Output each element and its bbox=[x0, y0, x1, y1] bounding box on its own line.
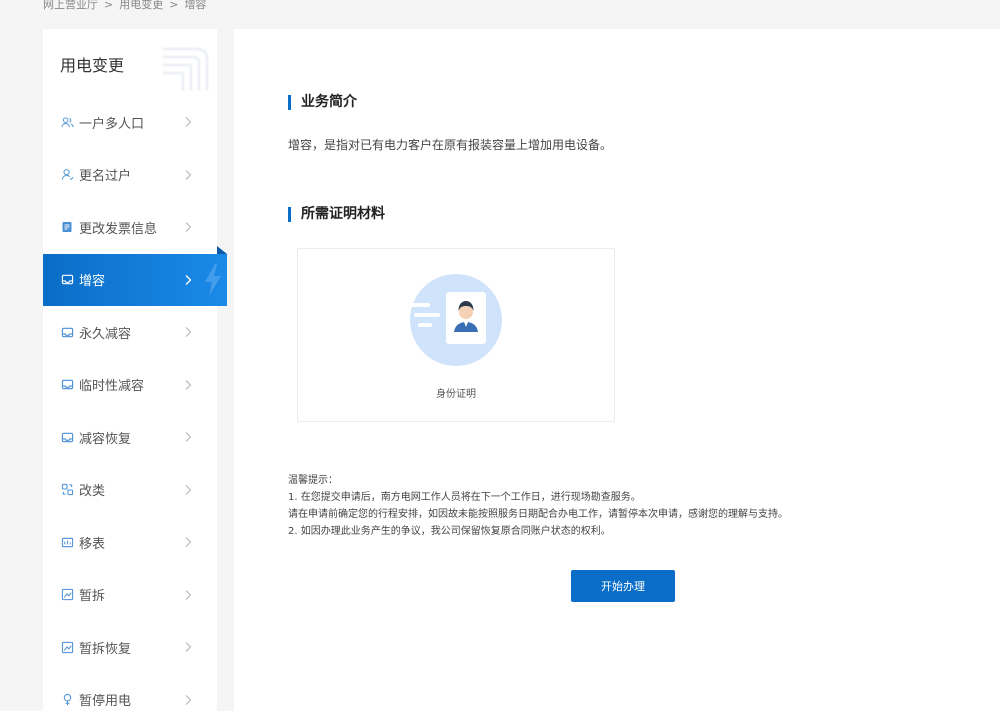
sidebar-item-temp-remove[interactable]: 暂拆 bbox=[43, 569, 217, 622]
sidebar-item-label: 暂拆恢复 bbox=[79, 641, 132, 657]
chevron-right-icon bbox=[185, 537, 192, 548]
sidebar-item-label: 一户多人口 bbox=[79, 116, 145, 132]
sidebar-item-label: 暂停用电 bbox=[79, 694, 132, 710]
sidebar: 用电变更 一户多人口 更名过户 更改发票信息 增容 永久减容 临时性减容 减容恢… bbox=[43, 29, 227, 711]
tip-line: 请在申请前确定您的行程安排，如因故未能按照服务日期配合办电工作，请暂停本次申请，… bbox=[288, 509, 788, 520]
material-card-id[interactable]: 身份证明 bbox=[297, 248, 615, 422]
sidebar-item-label: 增容 bbox=[79, 274, 106, 290]
chevron-right-icon bbox=[185, 327, 192, 338]
capacity-icon bbox=[60, 378, 74, 392]
materials-title: 所需证明材料 bbox=[288, 207, 385, 222]
chevron-right-icon bbox=[185, 432, 192, 443]
chart-icon bbox=[60, 640, 74, 654]
main-panel: 业务简介 增容，是指对已有电力客户在原有报装容量上增加用电设备。 所需证明材料 … bbox=[234, 29, 1000, 711]
users-icon bbox=[60, 115, 74, 129]
tip-line: 2. 如因办理此业务产生的争议，我公司保留恢复原合同账户状态的权利。 bbox=[288, 526, 611, 537]
chevron-right-icon bbox=[185, 117, 192, 128]
sidebar-item-suspend[interactable]: 暂停用电 bbox=[43, 674, 217, 711]
chevron-right-icon bbox=[185, 589, 192, 600]
sidebar-item-change-type[interactable]: 改类 bbox=[43, 464, 217, 517]
sidebar-item-label: 暂拆 bbox=[79, 589, 106, 605]
sidebar-item-move-meter[interactable]: 移表 bbox=[43, 516, 217, 569]
sidebar-item-reduce-restore[interactable]: 减容恢复 bbox=[43, 411, 217, 464]
capacity-icon bbox=[60, 430, 74, 444]
sidebar-item-label: 减容恢复 bbox=[79, 431, 132, 447]
sidebar-item-permanent-reduce[interactable]: 永久减容 bbox=[43, 306, 217, 359]
chevron-right-icon bbox=[185, 694, 192, 705]
chevron-right-icon bbox=[185, 484, 192, 495]
start-button[interactable]: 开始办理 bbox=[571, 570, 675, 602]
sidebar-item-multi-person[interactable]: 一户多人口 bbox=[43, 96, 217, 149]
intro-title: 业务简介 bbox=[288, 95, 357, 110]
pause-icon bbox=[60, 693, 74, 707]
decorative-lines-icon bbox=[163, 47, 209, 91]
id-card-icon bbox=[410, 274, 502, 366]
chevron-right-icon bbox=[185, 379, 192, 390]
tips-block: 温馨提示： 1. 在您提交申请后，南方电网工作人员将在下一个工作日，进行现场勘查… bbox=[288, 472, 788, 540]
tips-title: 温馨提示： bbox=[288, 475, 338, 486]
sidebar-item-label: 临时性减容 bbox=[79, 379, 145, 395]
sidebar-item-label: 更名过户 bbox=[79, 169, 132, 185]
sidebar-item-label: 改类 bbox=[79, 484, 106, 500]
chevron-right-icon bbox=[185, 169, 192, 180]
sidebar-item-label: 更改发票信息 bbox=[79, 221, 158, 237]
user-icon bbox=[60, 168, 74, 182]
chart-icon bbox=[60, 588, 74, 602]
active-indicator bbox=[217, 245, 227, 254]
capacity-icon bbox=[60, 273, 74, 287]
breadcrumb-item-current: 增容 bbox=[184, 0, 207, 11]
breadcrumb-item-home[interactable]: 网上营业厅 bbox=[43, 0, 98, 11]
chevron-right-icon bbox=[185, 222, 192, 233]
breadcrumb-separator: > bbox=[104, 0, 114, 11]
material-label: 身份证明 bbox=[436, 389, 476, 400]
capacity-icon bbox=[60, 325, 74, 339]
sidebar-item-label: 永久减容 bbox=[79, 326, 132, 342]
intro-text: 增容，是指对已有电力客户在原有报装容量上增加用电设备。 bbox=[288, 138, 613, 152]
chevron-right-icon bbox=[185, 274, 192, 285]
breadcrumb-separator: > bbox=[169, 0, 179, 11]
lightning-icon bbox=[205, 263, 221, 296]
sidebar-menu: 一户多人口 更名过户 更改发票信息 增容 永久减容 临时性减容 减容恢复 改类 … bbox=[43, 96, 227, 711]
breadcrumb-item-change[interactable]: 用电变更 bbox=[119, 0, 163, 11]
sidebar-item-capacity-increase[interactable]: 增容 bbox=[43, 245, 227, 306]
change-type-icon bbox=[60, 483, 74, 497]
sidebar-item-label: 移表 bbox=[79, 536, 106, 552]
sidebar-item-temp-remove-restore[interactable]: 暂拆恢复 bbox=[43, 621, 217, 674]
sidebar-item-rename[interactable]: 更名过户 bbox=[43, 149, 217, 202]
sidebar-item-temporary-reduce[interactable]: 临时性减容 bbox=[43, 359, 217, 412]
chevron-right-icon bbox=[185, 642, 192, 653]
tip-line: 1. 在您提交申请后，南方电网工作人员将在下一个工作日，进行现场勘查服务。 bbox=[288, 492, 641, 503]
sidebar-title: 用电变更 bbox=[60, 56, 125, 75]
sidebar-item-invoice[interactable]: 更改发票信息 bbox=[43, 201, 217, 254]
meter-move-icon bbox=[60, 535, 74, 549]
breadcrumb: 网上营业厅 > 用电变更 > 增容 bbox=[43, 0, 206, 12]
invoice-icon bbox=[60, 220, 74, 234]
